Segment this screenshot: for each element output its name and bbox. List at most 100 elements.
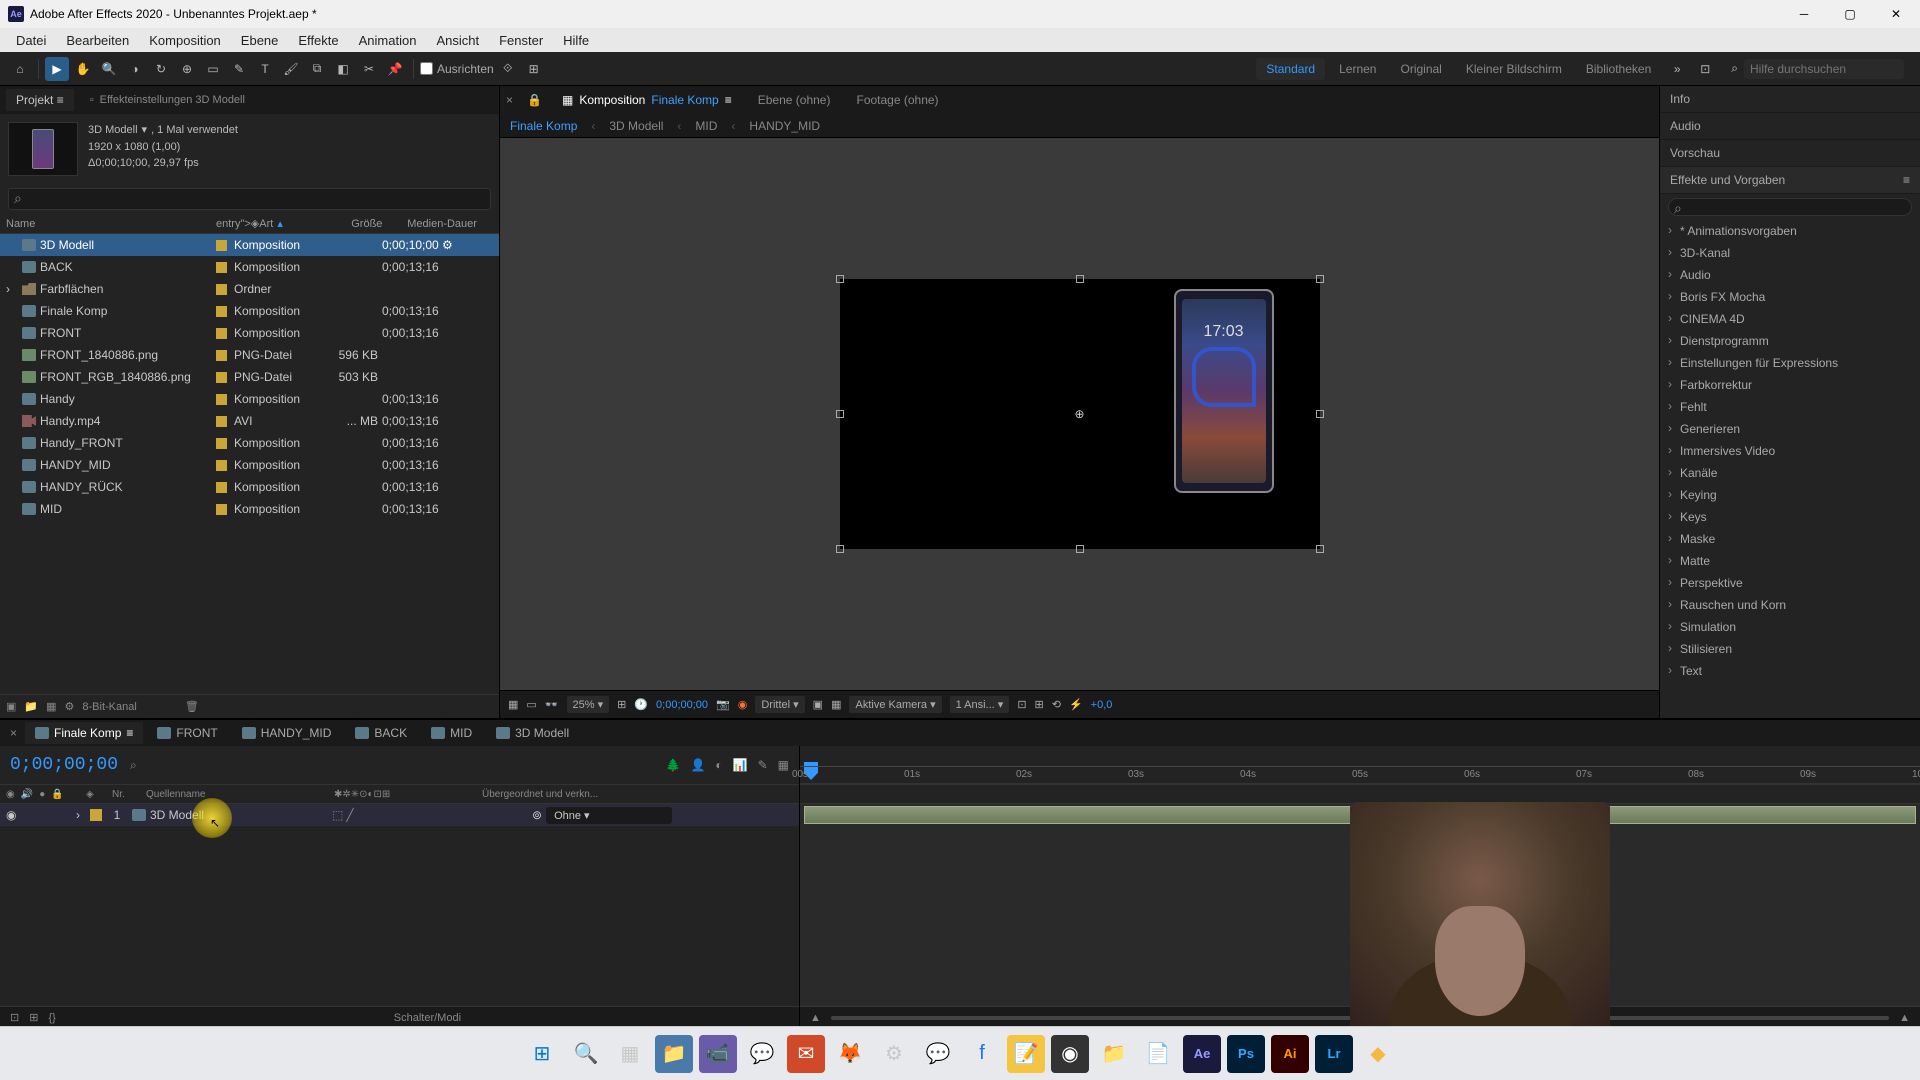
snap-checkbox[interactable]: Ausrichten: [420, 62, 494, 76]
orbit-tool-icon[interactable]: ◑: [123, 57, 147, 81]
new-folder-icon[interactable]: 📁: [24, 700, 38, 713]
composition-viewer[interactable]: ⊕ 17:03: [500, 138, 1659, 690]
effect-controls-tab[interactable]: ▫ Effekteinstellungen 3D Modell: [82, 90, 253, 110]
effect-category[interactable]: Immersives Video: [1660, 440, 1920, 462]
crumb-model[interactable]: 3D Modell: [609, 119, 663, 133]
mail-icon[interactable]: ✉: [787, 1035, 825, 1073]
switches-modes-toggle[interactable]: Schalter/Modi: [394, 1012, 461, 1024]
transparency-icon[interactable]: ▦: [831, 698, 841, 711]
pickwhip-icon[interactable]: ⊚: [532, 808, 542, 822]
project-item[interactable]: MID Komposition 0;00;13;16: [0, 498, 499, 520]
bpc-label[interactable]: 8-Bit-Kanal: [82, 701, 136, 713]
app-last-icon[interactable]: ◆: [1359, 1035, 1397, 1073]
timeline-tab[interactable]: 3D Modell: [486, 722, 579, 744]
project-item[interactable]: Finale Komp Komposition 0;00;13;16: [0, 300, 499, 322]
start-button-icon[interactable]: ⊞: [523, 1035, 561, 1073]
pen-tool-icon[interactable]: ✎: [227, 57, 251, 81]
timeline-timecode[interactable]: 0;00;00;00: [10, 755, 118, 775]
footage-viewer-tab[interactable]: Footage (ohne): [850, 89, 944, 111]
zoom-out-icon[interactable]: ▲: [810, 1012, 821, 1024]
phone-layer[interactable]: 17:03: [1174, 289, 1274, 493]
effect-category[interactable]: Boris FX Mocha: [1660, 286, 1920, 308]
menu-ebene[interactable]: Ebene: [231, 28, 289, 52]
timeline-search[interactable]: [130, 758, 653, 772]
effect-category[interactable]: Kanäle: [1660, 462, 1920, 484]
audio-panel-tab[interactable]: Audio: [1660, 113, 1920, 140]
photoshop-icon[interactable]: Ps: [1227, 1035, 1265, 1073]
effect-category[interactable]: Audio: [1660, 264, 1920, 286]
effect-category[interactable]: Farbkorrektur: [1660, 374, 1920, 396]
snap-grid-icon[interactable]: ⊞: [522, 57, 546, 81]
effect-category[interactable]: 3D-Kanal: [1660, 242, 1920, 264]
workspace-lernen[interactable]: Lernen: [1329, 58, 1386, 80]
timeline-tab[interactable]: FRONT: [147, 722, 227, 744]
viewer-mask-icon[interactable]: 👓: [545, 698, 559, 711]
project-search-input[interactable]: [8, 188, 491, 210]
roto-tool-icon[interactable]: ✂: [357, 57, 381, 81]
home-tool-icon[interactable]: ⌂: [8, 57, 32, 81]
viewer-time[interactable]: 0;00;00;00: [656, 699, 708, 711]
zoom-in-icon[interactable]: ▲: [1899, 1012, 1910, 1024]
info-panel-tab[interactable]: Info: [1660, 86, 1920, 113]
messenger-icon[interactable]: 💬: [919, 1035, 957, 1073]
project-item[interactable]: FRONT Komposition 0;00;13;16: [0, 322, 499, 344]
viewer-btn-2-icon[interactable]: ▭: [526, 698, 536, 711]
facebook-icon[interactable]: f: [963, 1035, 1001, 1073]
tl-toggle-2-icon[interactable]: ⊞: [29, 1011, 38, 1024]
effect-category[interactable]: Perspektive: [1660, 572, 1920, 594]
effect-category[interactable]: * Animationsvorgaben: [1660, 220, 1920, 242]
menu-effekte[interactable]: Effekte: [288, 28, 348, 52]
zoom-dropdown[interactable]: 25% ▾: [567, 696, 610, 713]
zoom-tool-icon[interactable]: 🔍: [97, 57, 121, 81]
effect-category[interactable]: Rauschen und Korn: [1660, 594, 1920, 616]
illustrator-icon[interactable]: Ai: [1271, 1035, 1309, 1073]
puppet-tool-icon[interactable]: 📌: [383, 57, 407, 81]
tl-toggle-1-icon[interactable]: ⊡: [10, 1011, 19, 1024]
snap-options-icon[interactable]: ⟐: [496, 57, 520, 81]
crumb-mid[interactable]: MID: [695, 119, 717, 133]
maximize-button[interactable]: ▢: [1838, 2, 1862, 26]
menu-hilfe[interactable]: Hilfe: [553, 28, 599, 52]
crumb-handy[interactable]: HANDY_MID: [749, 119, 820, 133]
viewer-opt4-icon[interactable]: ⚡: [1069, 698, 1083, 711]
firefox-icon[interactable]: 🦊: [831, 1035, 869, 1073]
project-item[interactable]: Handy.mp4 AVI ... MB 0;00;13;16: [0, 410, 499, 432]
effect-category[interactable]: Text: [1660, 660, 1920, 682]
tl-fx-icon[interactable]: ✎: [758, 758, 768, 772]
effect-category[interactable]: Stilisieren: [1660, 638, 1920, 660]
channel-icon[interactable]: ◉: [738, 698, 748, 711]
menu-animation[interactable]: Animation: [349, 28, 427, 52]
explorer-icon[interactable]: 📁: [655, 1035, 693, 1073]
whatsapp-icon[interactable]: 💬: [743, 1035, 781, 1073]
project-item[interactable]: FRONT_RGB_1840886.png PNG-Datei 503 KB: [0, 366, 499, 388]
obs-icon[interactable]: ◉: [1051, 1035, 1089, 1073]
layer-switch-icon[interactable]: ⬚: [332, 808, 343, 822]
app-1-icon[interactable]: ⚙: [875, 1035, 913, 1073]
interpret-footage-icon[interactable]: ▣: [6, 700, 16, 713]
timeline-tab[interactable]: HANDY_MID: [232, 722, 342, 744]
hand-tool-icon[interactable]: ✋: [71, 57, 95, 81]
effect-category[interactable]: Keys: [1660, 506, 1920, 528]
effect-category[interactable]: Simulation: [1660, 616, 1920, 638]
notes-icon[interactable]: 📝: [1007, 1035, 1045, 1073]
workspace-reset-icon[interactable]: ⊡: [1693, 57, 1717, 81]
project-item[interactable]: HANDY_MID Komposition 0;00;13;16: [0, 454, 499, 476]
effect-category[interactable]: Einstellungen für Expressions: [1660, 352, 1920, 374]
project-settings-icon[interactable]: ⚙: [65, 700, 75, 713]
resolution-dropdown[interactable]: Drittel ▾: [755, 696, 804, 713]
viewer-grid-icon[interactable]: ⊞: [617, 698, 626, 711]
tl-tree-icon[interactable]: 🌲: [665, 758, 680, 772]
search-taskbar-icon[interactable]: 🔍: [567, 1035, 605, 1073]
camera-dropdown[interactable]: Aktive Kamera ▾: [849, 696, 941, 713]
effects-search-input[interactable]: [1668, 198, 1912, 216]
effect-category[interactable]: Fehlt: [1660, 396, 1920, 418]
project-item[interactable]: Handy_FRONT Komposition 0;00;13;16: [0, 432, 499, 454]
menu-fenster[interactable]: Fenster: [489, 28, 553, 52]
effect-category[interactable]: Generieren: [1660, 418, 1920, 440]
viewer-opt1-icon[interactable]: ⊡: [1017, 698, 1026, 711]
timeline-tab[interactable]: MID: [421, 722, 482, 744]
shape-tool-icon[interactable]: ▭: [201, 57, 225, 81]
lock-comp-icon[interactable]: 🔒: [527, 93, 542, 107]
layer-visibility-icon[interactable]: ◉: [6, 808, 26, 822]
menu-komposition[interactable]: Komposition: [139, 28, 231, 52]
